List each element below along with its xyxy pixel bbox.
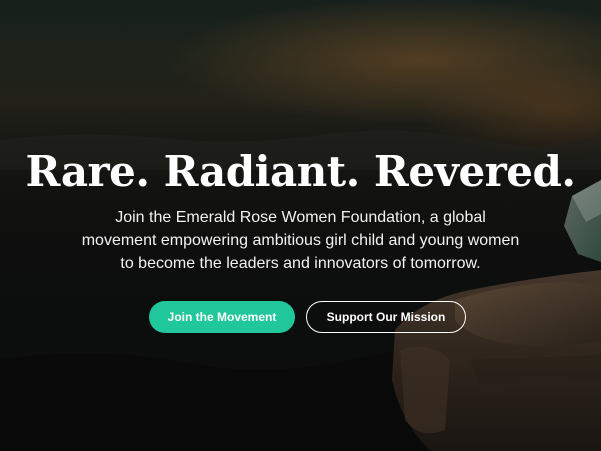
hero-headline: Rare. Radiant. Revered.	[25, 147, 576, 196]
hero-section: Rare. Radiant. Revered. Join the Emerald…	[0, 0, 601, 451]
join-movement-button[interactable]: Join the Movement	[149, 301, 295, 333]
support-mission-button[interactable]: Support Our Mission	[306, 301, 466, 333]
hero-content: Rare. Radiant. Revered. Join the Emerald…	[0, 146, 601, 333]
hero-actions: Join the Movement Support Our Mission	[0, 301, 601, 333]
hero-subtext: Join the Emerald Rose Women Foundation, …	[81, 209, 520, 272]
